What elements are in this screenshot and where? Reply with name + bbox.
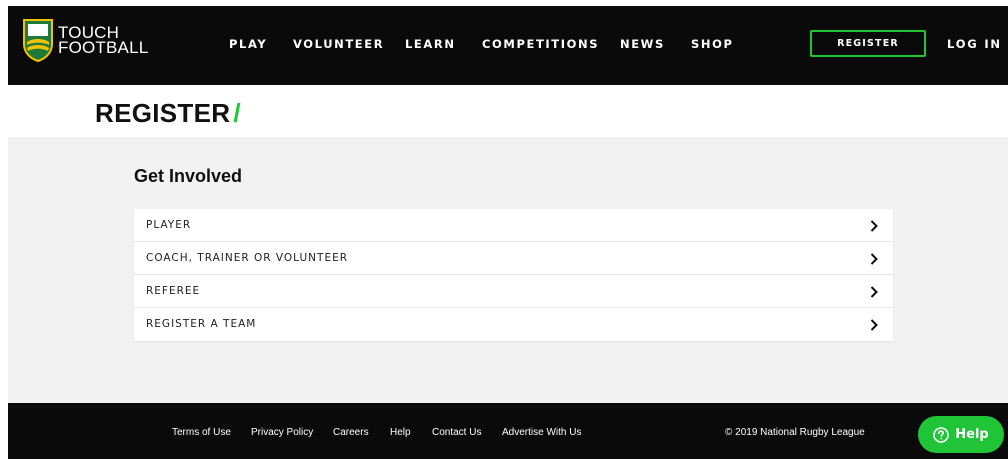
option-register-a-team[interactable]: REGISTER A TEAM [134, 308, 893, 341]
copyright-text: © 2019 National Rugby League [725, 427, 865, 438]
help-button-label: Help [955, 427, 989, 442]
help-button[interactable]: Help [918, 416, 1004, 453]
nav-item-volunteer[interactable]: VOLUNTEER [293, 37, 384, 51]
section-heading: Get Involved [134, 166, 243, 186]
chevron-right-icon [870, 253, 878, 265]
nav-item-play[interactable]: PLAY [229, 37, 267, 51]
chevron-right-icon [870, 319, 878, 331]
footer-link-privacy[interactable]: Privacy Policy [251, 427, 313, 438]
option-label: COACH, TRAINER OR VOLUNTEER [146, 252, 349, 264]
question-circle-icon [933, 426, 950, 443]
footer-link-help[interactable]: Help [390, 427, 411, 438]
nav-item-shop[interactable]: SHOP [691, 37, 734, 51]
page: TOUCH FOOTBALL PLAY VOLUNTEER LEARN COMP… [0, 0, 1008, 459]
option-coach-trainer-volunteer[interactable]: COACH, TRAINER OR VOLUNTEER [134, 242, 893, 275]
nav-item-learn[interactable]: LEARN [405, 37, 456, 51]
option-player[interactable]: PLAYER [134, 209, 893, 242]
registration-options-list: PLAYER COACH, TRAINER OR VOLUNTEER REFER… [134, 209, 893, 341]
page-title-text: REGISTER [95, 98, 231, 128]
page-title-slash: / [233, 98, 241, 128]
touch-football-shield-icon [23, 19, 53, 62]
option-label: PLAYER [146, 219, 192, 231]
site-logo[interactable]: TOUCH FOOTBALL [22, 18, 148, 62]
footer-link-contact[interactable]: Contact Us [432, 427, 481, 438]
option-label: REFEREE [146, 285, 201, 297]
nav-item-news[interactable]: NEWS [620, 37, 665, 51]
logo-line-2: FOOTBALL [58, 38, 149, 57]
register-button[interactable]: REGISTER [810, 30, 926, 57]
page-title: REGISTER / [95, 98, 241, 129]
footer-link-advertise[interactable]: Advertise With Us [502, 427, 581, 438]
nav-item-competitions[interactable]: COMPETITIONS [482, 37, 599, 51]
top-navigation: TOUCH FOOTBALL PLAY VOLUNTEER LEARN COMP… [8, 6, 1008, 85]
option-label: REGISTER A TEAM [146, 318, 257, 330]
footer-link-careers[interactable]: Careers [333, 427, 369, 438]
option-referee[interactable]: REFEREE [134, 275, 893, 308]
login-link[interactable]: LOG IN [947, 37, 1002, 51]
chevron-right-icon [870, 220, 878, 232]
chevron-right-icon [870, 286, 878, 298]
footer-link-terms[interactable]: Terms of Use [172, 427, 231, 438]
logo-wordmark: TOUCH FOOTBALL [58, 24, 149, 57]
